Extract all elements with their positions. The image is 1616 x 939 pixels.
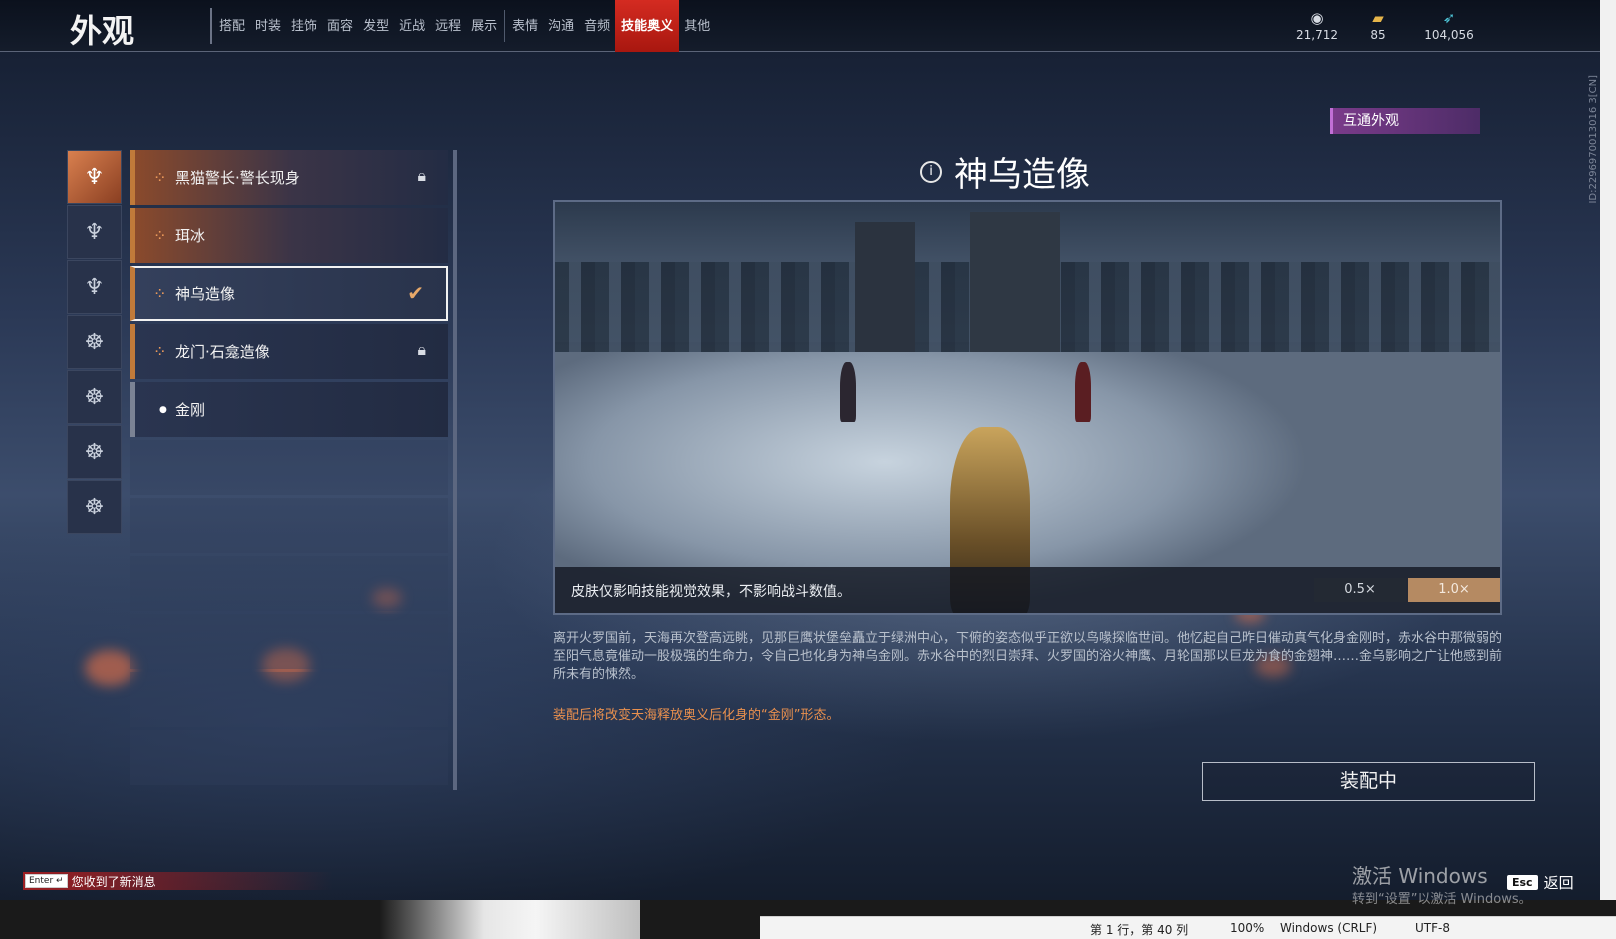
page-title: 外观 (70, 12, 135, 50)
deity-icon: ♆ (84, 164, 105, 190)
shared-appearance-badge: 互通外观 (1330, 108, 1480, 134)
category-tabs: 搭配 时装 挂饰 面容 发型 近战 远程 展示 表情 沟通 音频 技能奥义 其他 (214, 0, 715, 52)
buddha-icon: ☸ (84, 329, 105, 355)
deity-icon: ♆ (84, 274, 105, 300)
buddha-icon: ☸ (84, 494, 105, 520)
tab-melee[interactable]: 近战 (394, 0, 430, 52)
skin-title: i 神乌造像 (920, 147, 1090, 196)
back-label: 返回 (1543, 874, 1574, 892)
windows-activation-watermark: 激活 Windows (1352, 864, 1488, 888)
empty-slot (130, 614, 448, 669)
tab-emote[interactable]: 表情 (507, 0, 543, 52)
tab-other[interactable]: 其他 (679, 0, 715, 52)
skin-name: 黑猫警长·警长现身 (175, 169, 300, 187)
preview-rock-pillar (855, 222, 915, 362)
skin-name: 金刚 (175, 401, 206, 419)
tab-audio[interactable]: 音频 (579, 0, 615, 52)
tab-showcase[interactable]: 展示 (466, 0, 502, 52)
skill-category-column: ♆ ♆ ♆ ☸ ☸ ☸ ☸ (67, 150, 122, 535)
buddha-icon: ☸ (84, 439, 105, 465)
skin-rarity-icon: ⁘ (153, 284, 167, 303)
top-bar: 外观 搭配 时装 挂饰 面容 发型 近战 远程 展示 表情 沟通 音频 技能奥义… (0, 0, 1600, 52)
skin-list-scrollbar[interactable] (453, 150, 457, 790)
line-ending[interactable]: Windows (CRLF) (1280, 921, 1377, 935)
version-id: ID:2296970013016 3[CN] (1588, 75, 1599, 204)
coin-icon: ◉ (1310, 9, 1324, 27)
tab-accessory[interactable]: 挂饰 (286, 0, 322, 52)
default-skin-icon: ● (159, 404, 167, 415)
skin-rarity-icon: ⁘ (153, 342, 167, 361)
tab-communication[interactable]: 沟通 (543, 0, 579, 52)
category-3[interactable]: ♆ (67, 260, 122, 314)
empty-slot (130, 730, 448, 785)
currency-feather: ➶ 104,056 (1414, 8, 1484, 42)
preview-character (840, 362, 856, 422)
zoom-level[interactable]: 100% (1230, 921, 1264, 935)
skin-item[interactable]: ● 金刚 (130, 382, 448, 437)
tab-face[interactable]: 面容 (322, 0, 358, 52)
check-icon: ✔ (407, 281, 424, 305)
currency-coin: ◉ 21,712 (1282, 8, 1352, 42)
skin-name: 龙门·石龛造像 (175, 343, 270, 361)
desktop-strip-right (1600, 0, 1616, 939)
currency-feather-value: 104,056 (1424, 28, 1474, 42)
preview-caption: 皮肤仅影响技能视觉效果，不影响战斗数值。 (571, 584, 851, 600)
deity-icon: ♆ (84, 219, 105, 245)
skin-item[interactable]: ⁘ 黑猫警长·警长现身 🔒︎ (130, 150, 448, 205)
skin-item[interactable]: ⁘ 龙门·石龛造像 🔒︎ (130, 324, 448, 379)
skin-description: 离开火罗国前，天海再次登高远眺，见那巨鹰状堡垒矗立于绿洲中心，下俯的姿态似乎正欲… (553, 631, 1503, 682)
skin-rarity-icon: ⁘ (153, 226, 167, 245)
skin-item[interactable]: ⁘ 珥冰 (130, 208, 448, 263)
empty-slot (130, 498, 448, 553)
editor-status-bar: 第 1 行，第 40 列 100% Windows (CRLF) UTF-8 (760, 916, 1616, 939)
tab-fashion[interactable]: 时装 (250, 0, 286, 52)
background-photo (380, 900, 640, 939)
category-7[interactable]: ☸ (67, 480, 122, 534)
tab-outfit-set[interactable]: 搭配 (214, 0, 250, 52)
empty-slot (130, 440, 448, 495)
equip-button[interactable]: 装配中 (1202, 762, 1535, 801)
preview-character (1075, 362, 1091, 422)
speed-1-0x-button[interactable]: 1.0× (1408, 578, 1500, 602)
currency-ticket: ▰ 85 (1343, 8, 1413, 42)
skin-list: ⁘ 黑猫警长·警长现身 🔒︎ ⁘ 珥冰 ⁘ 神乌造像 ✔ ⁘ 龙门·石龛造像 🔒… (130, 150, 448, 788)
category-1[interactable]: ♆ (67, 150, 122, 204)
currency-ticket-value: 85 (1370, 28, 1386, 42)
category-5[interactable]: ☸ (67, 370, 122, 424)
tab-skill-ultimate[interactable]: 技能奥义 (615, 0, 680, 52)
currency-coin-value: 21,712 (1296, 28, 1338, 42)
buddha-icon: ☸ (84, 384, 105, 410)
encoding[interactable]: UTF-8 (1415, 921, 1450, 935)
tab-divider (504, 10, 506, 42)
skin-rarity-icon: ⁘ (153, 168, 167, 187)
tab-hairstyle[interactable]: 发型 (358, 0, 394, 52)
lock-icon: 🔒︎ (417, 166, 426, 185)
ticket-icon: ▰ (1372, 9, 1384, 27)
new-message-notice[interactable]: Enter ↵ 您收到了新消息 (23, 872, 333, 890)
title-divider (210, 8, 212, 44)
skin-preview-video[interactable]: 皮肤仅影响技能视觉效果，不影响战斗数值。 0.5× 1.0× (553, 200, 1502, 615)
category-6[interactable]: ☸ (67, 425, 122, 479)
lock-icon: 🔒︎ (417, 340, 426, 359)
cursor-position: 第 1 行，第 40 列 (1090, 923, 1189, 937)
windows-activation-hint: 转到“设置”以激活 Windows。 (1352, 892, 1532, 907)
feather-icon: ➶ (1442, 9, 1456, 27)
esc-key-hint: Esc (1507, 875, 1538, 890)
info-icon[interactable]: i (920, 160, 942, 183)
speed-0-5x-button[interactable]: 0.5× (1314, 578, 1406, 602)
empty-slot (130, 556, 448, 611)
category-4[interactable]: ☸ (67, 315, 122, 369)
preview-caption-bar: 皮肤仅影响技能视觉效果，不影响战斗数值。 0.5× 1.0× (555, 567, 1500, 613)
skin-name: 神乌造像 (175, 285, 236, 303)
skin-title-text: 神乌造像 (954, 155, 1090, 195)
skin-name: 珥冰 (175, 227, 206, 245)
skin-item-selected[interactable]: ⁘ 神乌造像 ✔ (130, 266, 448, 321)
category-2[interactable]: ♆ (67, 205, 122, 259)
back-button[interactable]: Esc 返回 (1507, 872, 1574, 893)
enter-key-hint: Enter ↵ (25, 874, 68, 888)
new-message-text: 您收到了新消息 (71, 874, 156, 889)
skin-effect-note: 装配后将改变天海释放奥义后化身的“金刚”形态。 (553, 708, 840, 723)
tab-ranged[interactable]: 远程 (430, 0, 466, 52)
empty-slot (130, 672, 448, 727)
